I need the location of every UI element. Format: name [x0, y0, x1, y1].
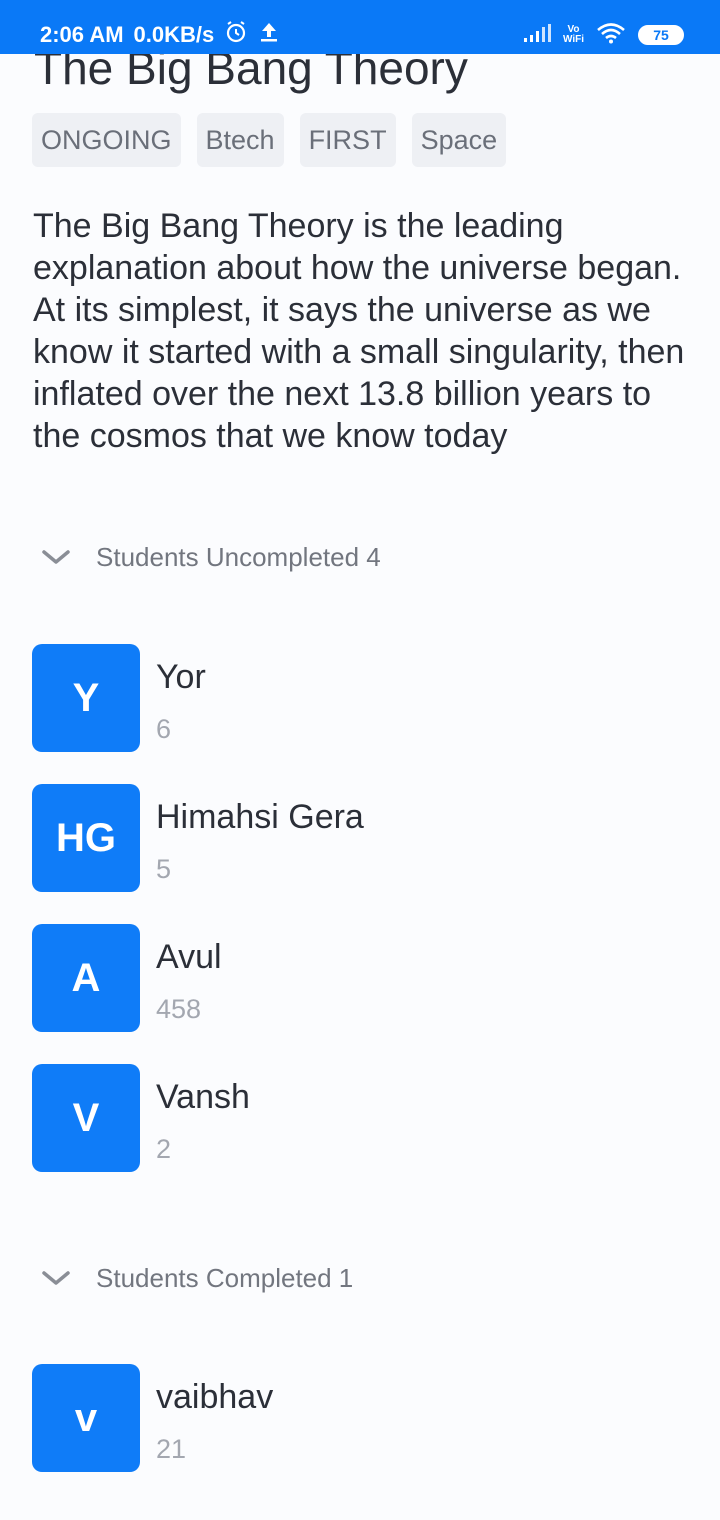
- avatar: A: [32, 924, 140, 1032]
- tag-course: Btech: [196, 113, 284, 167]
- student-item[interactable]: A Avul 458: [32, 924, 672, 1032]
- status-time: 2:06 AM: [40, 22, 124, 47]
- student-item[interactable]: Y Yor 6: [32, 644, 672, 752]
- student-name: Himahsi Gera: [156, 798, 364, 836]
- avatar: v: [32, 1364, 140, 1472]
- section-label: Students Uncompleted 4: [96, 541, 381, 572]
- signal-icon: [523, 23, 551, 48]
- tag-status: ONGOING: [32, 113, 181, 167]
- student-count: 5: [156, 854, 172, 884]
- wifi-icon: [596, 22, 626, 49]
- student-name: Vansh: [156, 1078, 250, 1116]
- student-name: vaibhav: [156, 1378, 274, 1416]
- avatar: V: [32, 1064, 140, 1172]
- tag-year: FIRST: [299, 113, 396, 167]
- status-bar: 2:06 AM 0.0KB/s Vo WiFi 75: [0, 0, 720, 54]
- chevron-down-icon: [38, 1266, 74, 1290]
- student-count: 21: [156, 1434, 187, 1464]
- student-item[interactable]: v vaibhav 21: [32, 1364, 672, 1472]
- student-count: 6: [156, 714, 172, 744]
- section-label: Students Completed 1: [96, 1262, 354, 1293]
- vowifi-icon: Vo WiFi: [562, 24, 584, 45]
- avatar: HG: [32, 784, 140, 892]
- student-name: Avul: [156, 938, 222, 976]
- scroll-content[interactable]: The Big Bang Theory ONGOING Btech FIRST …: [0, 0, 720, 1520]
- status-right: Vo WiFi 75: [523, 20, 684, 50]
- chevron-down-icon: [38, 545, 74, 569]
- student-count: 2: [156, 1134, 172, 1164]
- network-speed: 0.0KB/s: [133, 22, 215, 47]
- student-item[interactable]: V Vansh 2: [32, 1064, 672, 1172]
- student-name: Yor: [156, 658, 206, 696]
- tag-list: ONGOING Btech FIRST Space: [32, 113, 507, 167]
- battery-icon: 75: [638, 25, 684, 45]
- section-header-completed[interactable]: Students Completed 1: [38, 1253, 353, 1303]
- status-left: 2:06 AM 0.0KB/s: [40, 0, 280, 70]
- student-item[interactable]: HG Himahsi Gera 5: [32, 784, 672, 892]
- upload-icon: [258, 20, 280, 50]
- alarm-icon: [224, 20, 248, 50]
- description: The Big Bang Theory is the leading expla…: [33, 207, 685, 455]
- avatar: Y: [32, 644, 140, 752]
- section-header-uncompleted[interactable]: Students Uncompleted 4: [38, 532, 381, 582]
- student-count: 458: [156, 994, 202, 1024]
- tag-topic: Space: [411, 113, 507, 167]
